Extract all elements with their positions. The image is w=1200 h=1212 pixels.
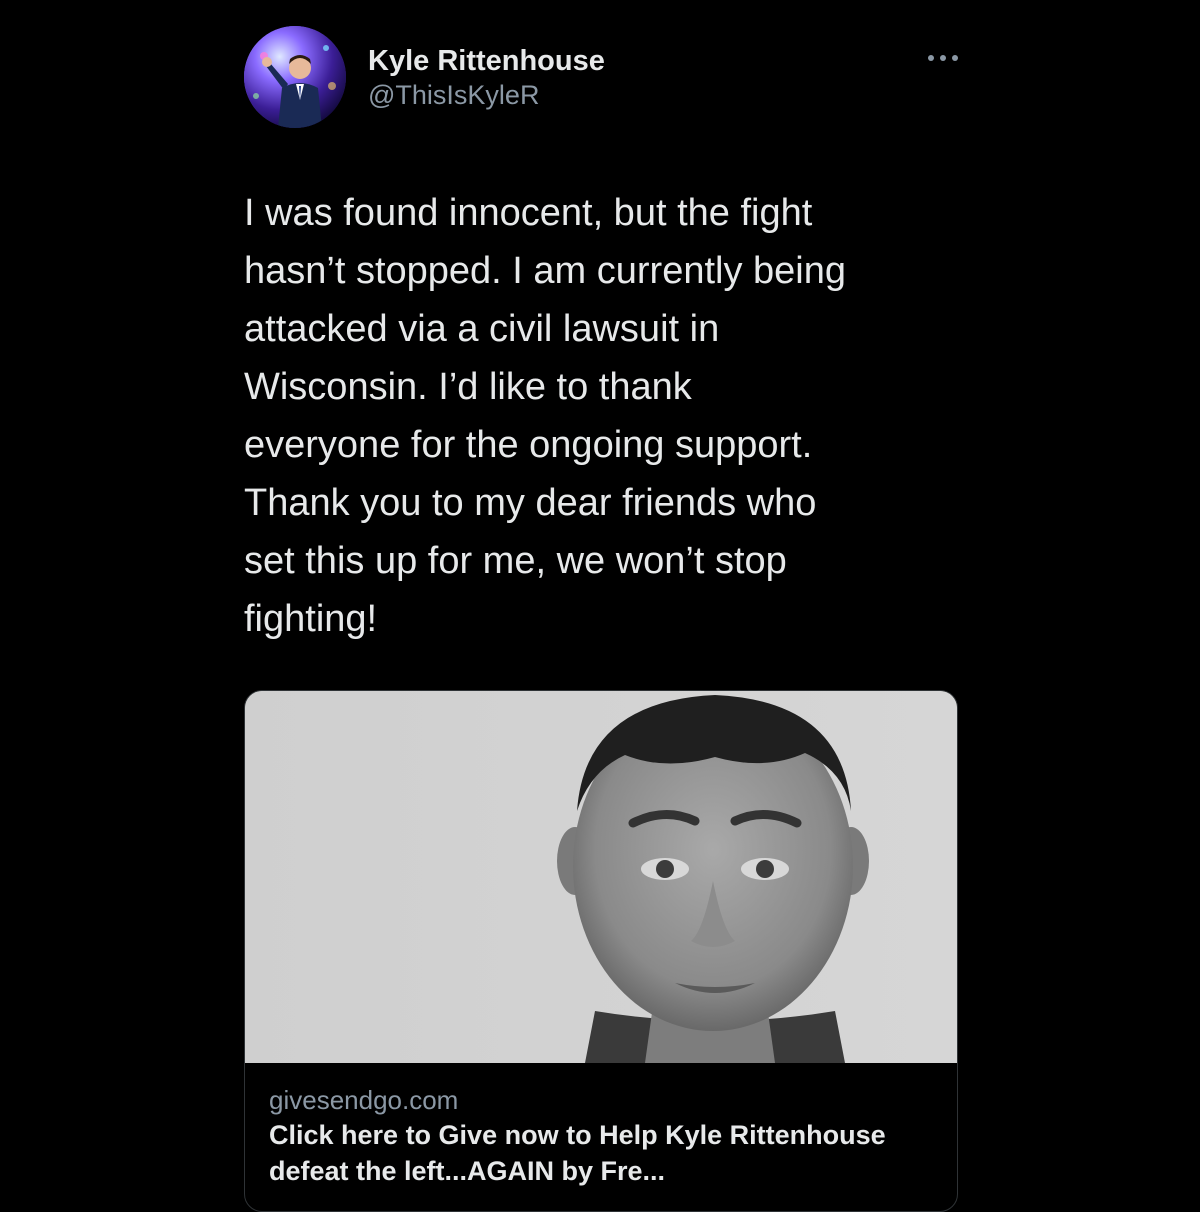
author-info[interactable]: Kyle Rittenhouse @ThisIsKyleR [368, 44, 605, 112]
link-card[interactable]: givesendgo.com Click here to Give now to… [244, 690, 958, 1212]
author-display-name[interactable]: Kyle Rittenhouse [368, 44, 605, 78]
tweet-header: Kyle Rittenhouse @ThisIsKyleR [244, 24, 958, 134]
link-card-image [245, 691, 957, 1063]
link-card-domain: givesendgo.com [269, 1085, 459, 1115]
portrait-image [245, 691, 957, 1063]
avatar-image [244, 26, 346, 128]
tweet-text: I was found innocent, but the fight hasn… [244, 192, 847, 640]
author-avatar[interactable] [244, 26, 346, 128]
author-handle[interactable]: @ThisIsKyleR [368, 78, 605, 112]
more-horizontal-icon[interactable] [928, 46, 958, 70]
link-card-body: givesendgo.com Click here to Give now to… [245, 1063, 957, 1189]
link-card-title[interactable]: Click here to Give now to Help Kyle Ritt… [269, 1117, 933, 1189]
tweet: Kyle Rittenhouse @ThisIsKyleR I was foun… [244, 24, 958, 648]
